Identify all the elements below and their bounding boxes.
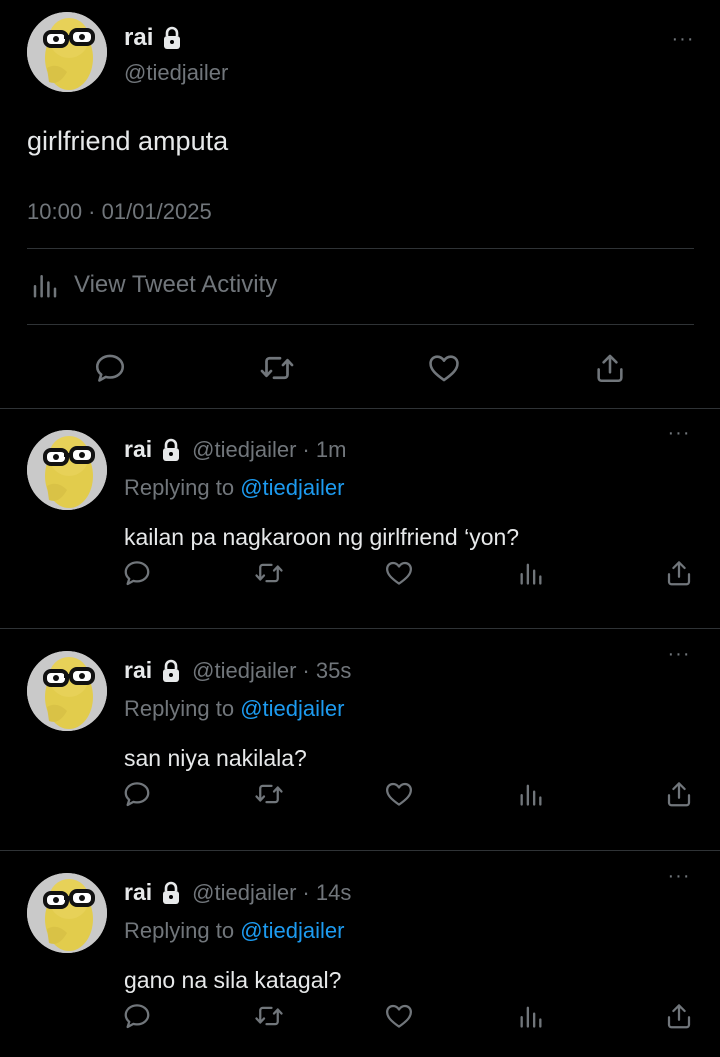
retweet-icon [254,558,284,588]
avatar[interactable] [27,12,107,92]
replying-to-mention[interactable]: @tiedjailer [240,918,344,943]
replying-to: Replying to @tiedjailer [124,918,344,944]
more-options-icon[interactable]: ··· [664,866,694,891]
retweet-icon [254,1001,284,1031]
view-tweet-activity[interactable]: View Tweet Activity [30,270,277,300]
lock-icon [160,438,182,462]
author-name[interactable]: rai [124,657,152,684]
view-tweet-activity-label: View Tweet Activity [74,271,278,298]
retweet-icon [259,350,295,386]
like-button[interactable] [424,348,464,388]
share-icon [664,1001,694,1031]
retweet-button[interactable] [254,1001,284,1031]
tweet-text: girlfriend amputa [27,126,229,156]
divider [27,324,694,325]
more-options-icon[interactable]: ··· [664,644,694,669]
replying-to-label: Replying to [124,475,235,500]
heart-icon [384,558,414,588]
replying-to-mention[interactable]: @tiedjailer [240,696,344,721]
analytics-icon [30,270,60,300]
divider [27,248,694,249]
author-handle[interactable]: @tiedjailer [192,880,296,906]
reply-time: · 1m [302,436,347,462]
reply-icon [93,351,127,385]
lock-icon [161,26,183,50]
more-options-icon[interactable]: ··· [664,423,694,448]
share-button[interactable] [590,348,630,388]
reply-button[interactable] [122,558,152,588]
avatar[interactable] [27,430,107,510]
avatar[interactable] [27,873,107,953]
reply-tweet[interactable]: rai @tiedjailer · 1m ··· Replying to @ti… [0,408,720,628]
replying-to-mention[interactable]: @tiedjailer [240,475,344,500]
analytics-button[interactable] [516,779,546,809]
reply-icon [122,558,152,588]
reply-text: kailan pa nagkaroon ng girlfriend ‘yon? [124,524,520,550]
reply-button[interactable] [122,1001,152,1031]
main-tweet: rai @tiedjailer ··· girlfriend amputa 10… [0,0,720,408]
reply-time: · 35s [302,657,352,683]
author-handle[interactable]: @tiedjailer [192,658,296,684]
retweet-icon [254,779,284,809]
analytics-icon [517,1002,545,1030]
share-button[interactable] [664,779,694,809]
reply-author-row: rai @tiedjailer · 14s [124,879,351,906]
heart-icon [384,779,414,809]
author-name[interactable]: rai [124,879,152,906]
reply-tweet[interactable]: rai @tiedjailer · 14s ··· Replying to @t… [0,851,720,1057]
heart-icon [427,351,461,385]
reply-author-row: rai @tiedjailer · 1m [124,436,346,463]
share-icon [593,351,627,385]
share-button[interactable] [664,1001,694,1031]
author-name-row: rai [124,24,183,52]
replying-to: Replying to @tiedjailer [124,475,344,501]
retweet-button[interactable] [254,779,284,809]
reply-author-row: rai @tiedjailer · 35s [124,657,351,684]
replying-to: Replying to @tiedjailer [124,696,344,722]
reply-time: · 14s [302,879,352,905]
author-handle[interactable]: @tiedjailer [192,437,296,463]
replying-to-label: Replying to [124,918,235,943]
like-button[interactable] [384,1001,414,1031]
reply-text: gano na sila katagal? [124,967,342,993]
analytics-icon [517,780,545,808]
author-name[interactable]: rai [124,436,152,463]
reply-tweet[interactable]: rai @tiedjailer · 35s ··· Replying to @t… [0,629,720,849]
analytics-button[interactable] [516,558,546,588]
reply-icon [122,779,152,809]
share-icon [664,558,694,588]
reply-text: san niya nakilala? [124,745,307,771]
retweet-button[interactable] [257,348,297,388]
like-button[interactable] [384,779,414,809]
more-options-icon[interactable]: ··· [668,29,698,54]
author-handle[interactable]: @tiedjailer [124,60,228,86]
lock-icon [160,881,182,905]
lock-icon [160,659,182,683]
tweet-timestamp[interactable]: 10:00 · 01/01/2025 [27,199,212,225]
share-icon [664,779,694,809]
avatar[interactable] [27,651,107,731]
reply-button[interactable] [90,348,130,388]
analytics-button[interactable] [516,1001,546,1031]
reply-button[interactable] [122,779,152,809]
retweet-button[interactable] [254,558,284,588]
like-button[interactable] [384,558,414,588]
analytics-icon [517,559,545,587]
share-button[interactable] [664,558,694,588]
reply-icon [122,1001,152,1031]
author-name[interactable]: rai [124,24,153,52]
heart-icon [384,1001,414,1031]
replying-to-label: Replying to [124,696,235,721]
